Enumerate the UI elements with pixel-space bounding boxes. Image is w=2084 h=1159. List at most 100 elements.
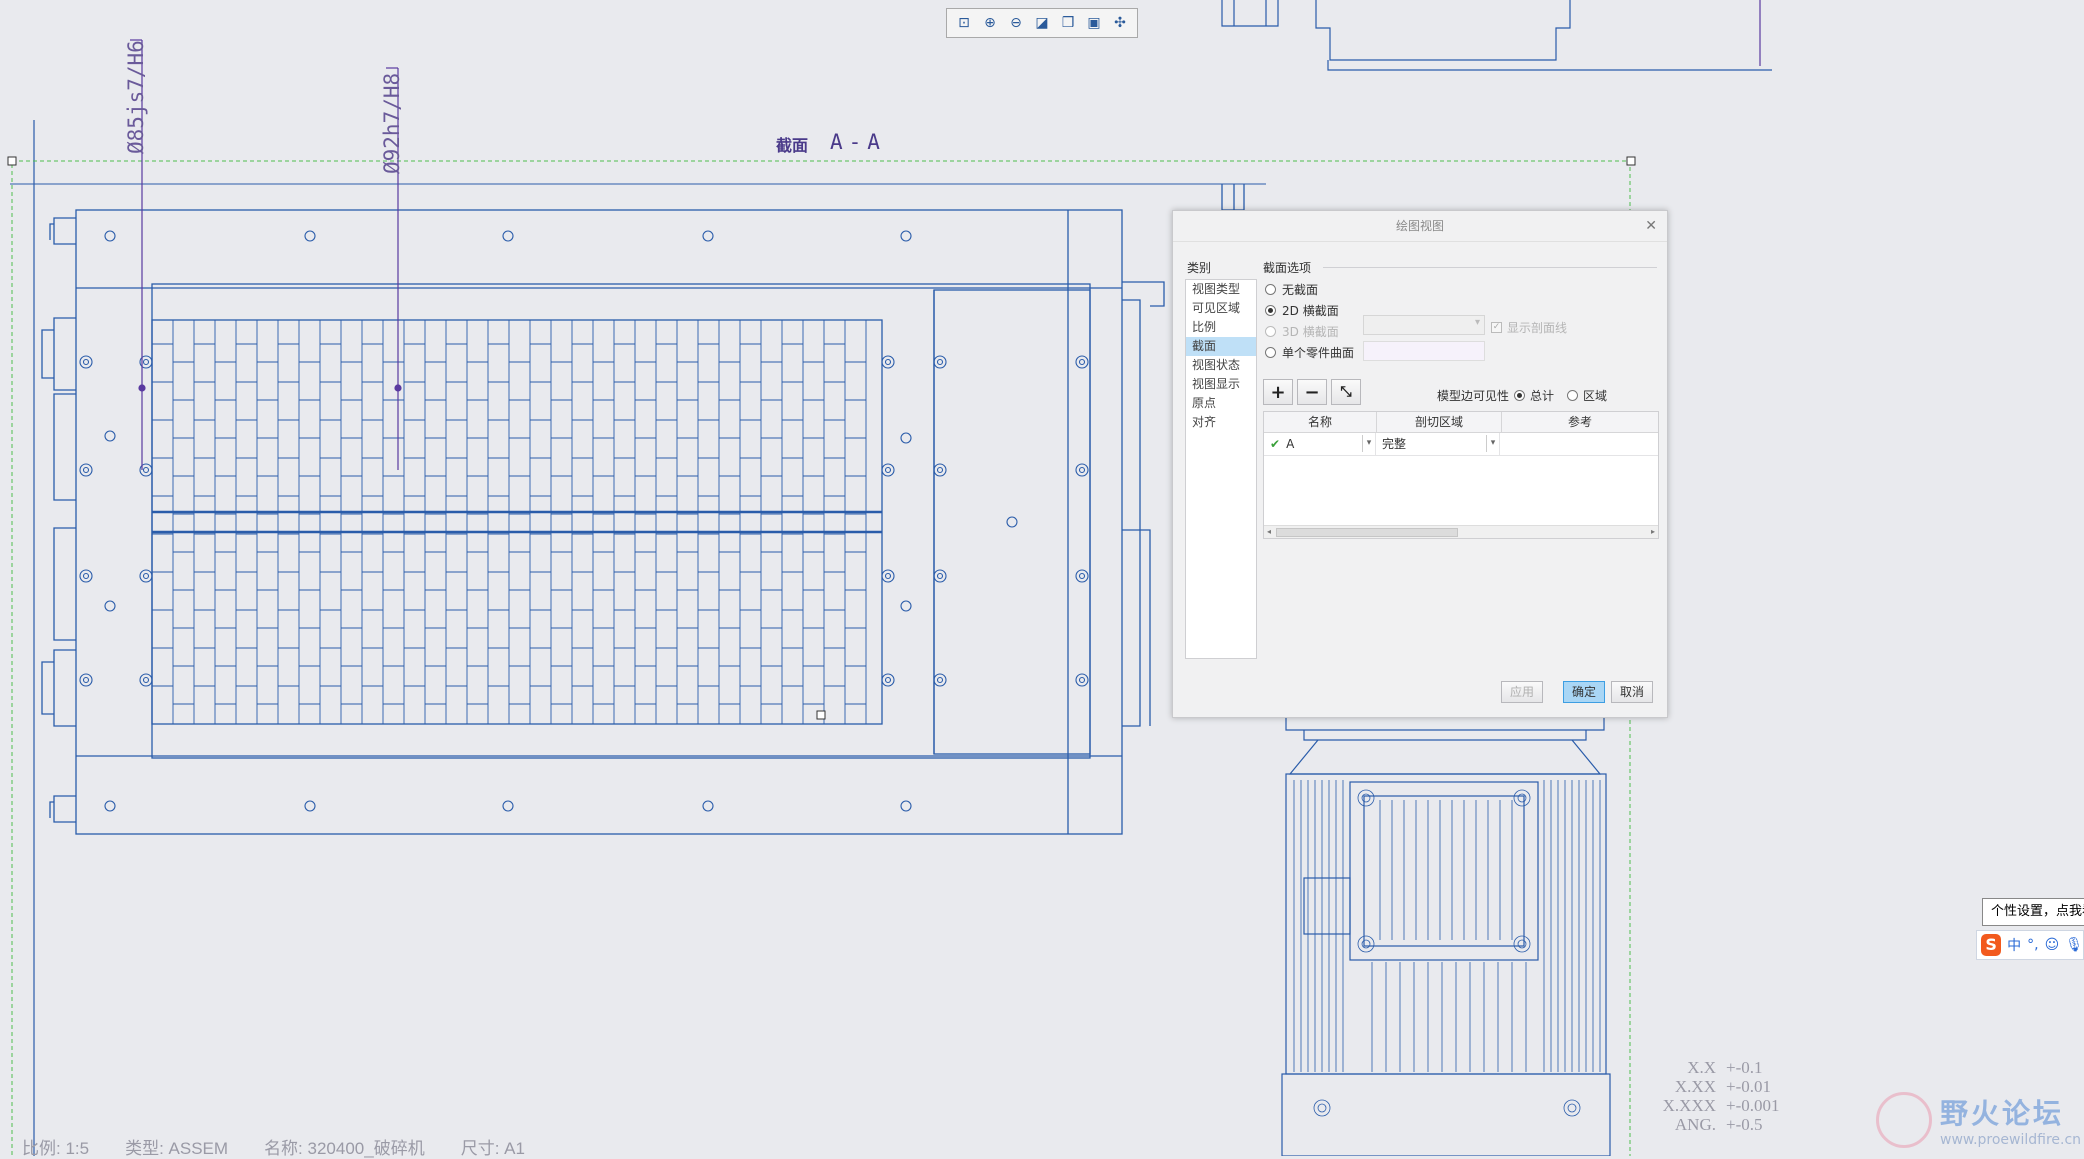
sogou-logo-icon[interactable]: S [1981,934,2002,956]
repaint-icon[interactable]: ◪ [1031,12,1053,34]
radio-button[interactable] [1265,326,1276,337]
radio-3d-section[interactable]: 3D 横截面 [1265,323,1339,340]
partial-view-top [1221,0,1772,71]
column-name[interactable]: 名称 [1264,412,1377,432]
drawing-canvas[interactable] [0,0,2084,1156]
dimension-text-1[interactable]: Ø85js7/H6 [124,40,148,154]
scroll-right-icon[interactable]: ▸ [1651,526,1655,538]
radio-button[interactable] [1265,284,1276,295]
radio-label: 无截面 [1282,283,1319,297]
radio-label: 2D 横截面 [1282,304,1339,318]
dimension-text-2[interactable]: Ø92h7/H8 [380,73,404,174]
radio-single-surface[interactable]: 单个零件曲面 [1265,344,1354,361]
dialog-title-bar[interactable]: 绘图视图 ✕ [1173,211,1667,242]
radio-2d-section[interactable]: 2D 横截面 [1265,302,1339,319]
flip-direction-button[interactable]: ⤡ [1331,379,1361,405]
dialog-title: 绘图视图 [1395,219,1444,233]
remove-section-button[interactable]: − [1297,379,1327,405]
radio-total-label: 总计 [1530,389,1555,403]
motor-fins [1293,780,1601,1117]
zoom-out-icon[interactable]: ⊖ [1005,12,1027,34]
watermark: 野火论坛 www.proewildfire.cn [1876,1092,2081,1148]
category-list: 视图类型 可见区域 比例 截面 视图状态 视图显示 原点 对齐 [1185,279,1257,659]
named-view-icon[interactable]: ▣ [1083,12,1105,34]
status-size: 尺寸: A1 [460,1139,525,1158]
radio-label: 单个零件曲面 [1282,346,1355,360]
section-options-label: 截面选项 [1263,261,1312,275]
cell-cut-area[interactable]: 完整 ▾ [1376,433,1500,455]
show-hatch-checkbox[interactable]: ✓ 显示剖面线 [1491,319,1567,336]
ok-button[interactable]: 确定 [1563,681,1606,703]
visibility-label: 模型边可见性 [1437,389,1510,403]
tolerance-label: X.X [1687,1058,1716,1077]
cell-reference[interactable] [1500,433,1656,455]
category-view-display[interactable]: 视图显示 [1186,375,1256,394]
boundary-handle-tr[interactable] [1626,156,1636,166]
ime-mode[interactable]: 中 [2007,935,2021,955]
flip-arrow-icon: ⤡ [1340,384,1352,400]
category-origin[interactable]: 原点 [1186,394,1256,413]
ime-toolbar[interactable]: S 中 °, ☺ 🎙 [1976,930,2084,960]
tolerance-row: ANG. +-0.5 [1660,1115,1780,1134]
zoom-in-icon[interactable]: ⊕ [979,12,1001,34]
table-row[interactable]: ✔ A ▾ 完整 ▾ [1264,433,1658,456]
boundary-handle-tl[interactable] [7,156,17,166]
tolerance-value: +-0.1 [1726,1058,1763,1077]
annotation-display-icon[interactable]: ✣ [1109,12,1131,34]
drawing-view-dialog: 绘图视图 ✕ 类别 视图类型 可见区域 比例 截面 视图状态 视图显示 原点 对… [1172,210,1668,718]
category-view-state[interactable]: 视图状态 [1186,356,1256,375]
category-view-type[interactable]: 视图类型 [1186,280,1256,299]
add-section-button[interactable]: + [1263,379,1293,405]
model-edge-visibility: 模型边可见性 总计 区域 [1437,387,1607,404]
check-icon: ✔ [1270,437,1281,451]
radio-button[interactable] [1265,347,1276,358]
column-cut-area[interactable]: 剖切区域 [1377,412,1502,432]
selection-marker [816,710,826,720]
watermark-title: 野火论坛 [1940,1097,2065,1130]
checkbox[interactable]: ✓ [1491,322,1502,333]
radio-total[interactable] [1514,390,1526,401]
close-icon[interactable]: ✕ [1645,211,1657,241]
apply-button[interactable]: 应用 [1501,681,1544,703]
section-name[interactable]: A-A [830,130,886,154]
plus-icon: + [1270,381,1286,403]
radio-no-section[interactable]: 无截面 [1265,281,1318,298]
category-label: 类别 [1187,261,1212,275]
checkbox-label: 显示剖面线 [1507,321,1568,335]
view-toolbar: ⊡ ⊕ ⊖ ◪ ❒ ▣ ✣ [946,8,1138,38]
cell-name[interactable]: ✔ A ▾ [1264,433,1376,455]
tolerance-value: +-0.5 [1726,1115,1763,1134]
column-reference[interactable]: 参考 [1502,412,1658,432]
motor-view[interactable] [1281,716,1611,1156]
cancel-button[interactable]: 取消 [1611,681,1654,703]
view-orient-icon[interactable]: ❒ [1057,12,1079,34]
tolerance-row: X.XXX +-0.001 [1660,1096,1780,1115]
smiley-icon[interactable]: ☺ [2045,937,2060,953]
radio-area[interactable] [1567,390,1579,401]
zoom-fit-icon[interactable]: ⊡ [953,12,975,34]
surface-field[interactable] [1363,341,1485,361]
blade-array [152,320,867,724]
category-scale[interactable]: 比例 [1186,318,1256,337]
tolerance-label: X.XXX [1662,1096,1716,1115]
category-section[interactable]: 截面 [1186,337,1256,356]
ime-punctuation[interactable]: °, [2027,937,2038,953]
ime-tooltip: 个性设置，点我看看 [1982,898,2084,926]
section-label[interactable]: 截面 [776,132,808,156]
chevron-down-icon[interactable]: ▾ [1486,435,1499,452]
horizontal-scrollbar[interactable]: ◂ ▸ [1264,525,1658,538]
microphone-icon[interactable]: 🎙 [2065,937,2083,953]
radio-label: 3D 横截面 [1282,325,1339,339]
radio-button[interactable] [1265,305,1276,316]
category-alignment[interactable]: 对齐 [1186,413,1256,432]
3d-section-select[interactable] [1363,315,1485,335]
scrollbar-thumb[interactable] [1276,528,1458,537]
scroll-left-icon[interactable]: ◂ [1267,526,1271,538]
tolerance-table[interactable]: X.X +-0.1 X.XX +-0.01 X.XXX +-0.001 ANG. +-0… [1660,1058,1780,1134]
chevron-down-icon[interactable]: ▾ [1362,435,1375,452]
watermark-url: www.proewildfire.cn [1940,1132,2082,1148]
section-view-main[interactable] [41,184,1245,835]
category-visible-area[interactable]: 可见区域 [1186,299,1256,318]
tolerance-label: ANG. [1674,1115,1716,1134]
tolerance-value: +-0.01 [1726,1077,1771,1096]
